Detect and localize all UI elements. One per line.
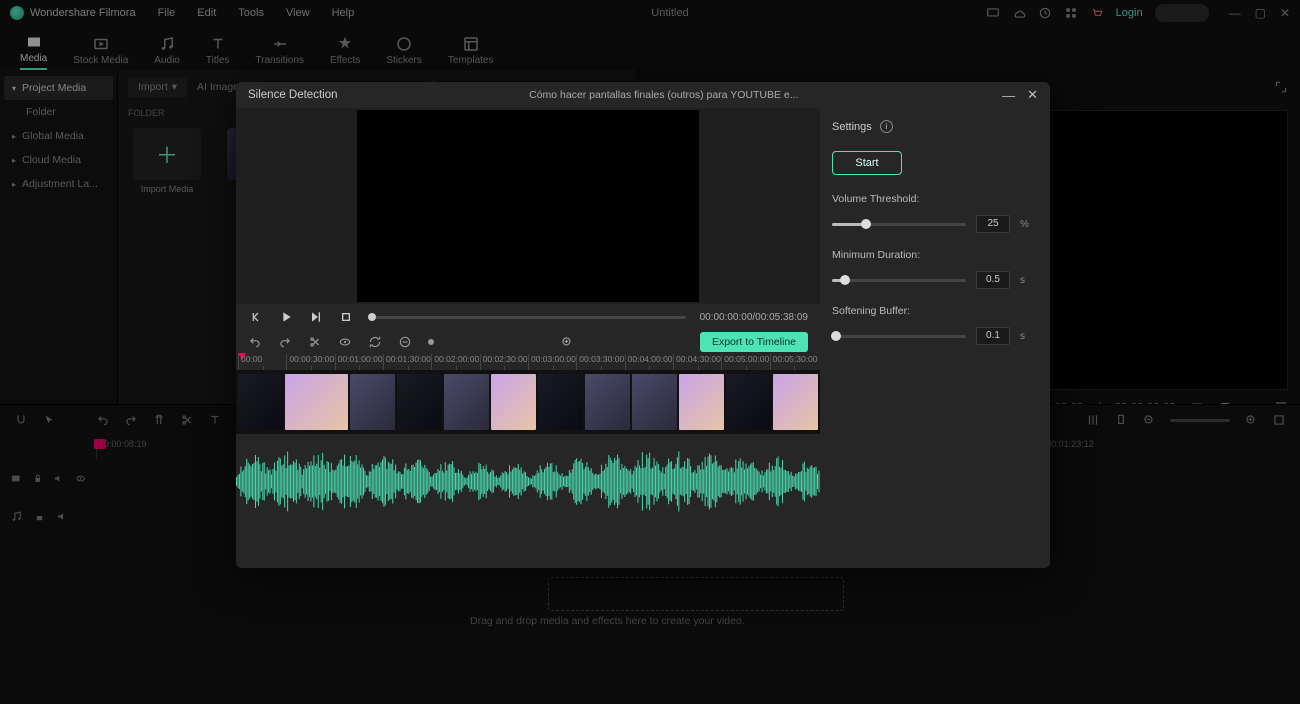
play-next-icon[interactable] xyxy=(308,309,324,325)
volume-threshold-unit: % xyxy=(1020,219,1032,230)
clip-thumb xyxy=(773,374,818,430)
eye-icon[interactable] xyxy=(338,335,352,349)
ruler-tick: 00:00 xyxy=(238,354,286,370)
silence-detection-modal: Silence Detection Cómo hacer pantallas f… xyxy=(236,82,1050,568)
minimum-duration-unit: s xyxy=(1020,275,1032,286)
refresh-icon[interactable] xyxy=(368,335,382,349)
cut-icon[interactable] xyxy=(308,335,322,349)
modal-preview-video[interactable] xyxy=(357,110,699,302)
volume-threshold-slider[interactable] xyxy=(832,223,966,226)
settings-heading: Settings xyxy=(832,121,872,133)
ruler-tick: 00:02:00:00 xyxy=(431,354,479,370)
dot-icon xyxy=(428,339,434,345)
modal-filename: Cómo hacer pantallas finales (outros) pa… xyxy=(338,89,991,101)
clip-thumb xyxy=(679,374,724,430)
ruler-tick: 00:01:00:00 xyxy=(335,354,383,370)
clip-thumb xyxy=(585,374,630,430)
ruler-tick: 00:02:30:00 xyxy=(480,354,528,370)
step-back-icon[interactable] xyxy=(248,309,264,325)
modal-preview xyxy=(236,108,820,304)
minimum-duration-label: Minimum Duration: xyxy=(832,249,1032,261)
minimum-duration-value[interactable]: 0.5 xyxy=(976,271,1010,289)
ruler-tick: 00:04:00:00 xyxy=(625,354,673,370)
ruler-tick: 00:03:30:00 xyxy=(576,354,624,370)
clip-thumb xyxy=(444,374,489,430)
clip-thumb xyxy=(632,374,677,430)
ruler-tick: 00:03:00:00 xyxy=(528,354,576,370)
volume-threshold-value[interactable]: 25 xyxy=(976,215,1010,233)
info-icon[interactable]: i xyxy=(880,120,893,133)
start-button[interactable]: Start xyxy=(832,151,902,175)
softening-buffer-value[interactable]: 0.1 xyxy=(976,327,1010,345)
modal-preview-tc: 00:00:00:00/00:05:38:09 xyxy=(700,312,808,323)
softening-buffer-label: Softening Buffer: xyxy=(832,305,1032,317)
modal-scrub[interactable] xyxy=(368,316,686,319)
ruler-tick: 00:00:30:00 xyxy=(286,354,334,370)
undo-icon[interactable] xyxy=(248,335,262,349)
play-icon[interactable] xyxy=(278,309,294,325)
softening-buffer-unit: s xyxy=(1020,331,1032,342)
redo-icon[interactable] xyxy=(278,335,292,349)
clip-thumb xyxy=(285,374,348,430)
softening-buffer-slider[interactable] xyxy=(832,335,966,338)
modal-ruler[interactable]: 00:00 00:00:30:00 00:01:00:00 00:01:30:0… xyxy=(236,354,820,370)
modal-waveform[interactable] xyxy=(236,434,820,568)
zoom-in-icon[interactable] xyxy=(560,335,574,349)
clip-thumb xyxy=(350,374,395,430)
modal-settings-panel: Settings i Start Volume Threshold: 25 % … xyxy=(820,108,1050,568)
volume-threshold-label: Volume Threshold: xyxy=(832,193,1032,205)
modal-thumbnail-track[interactable] xyxy=(236,370,820,434)
modal-close[interactable]: ✕ xyxy=(1027,87,1038,103)
stop-icon[interactable] xyxy=(338,309,354,325)
ruler-tick: 00:05:30:00 xyxy=(770,354,818,370)
minimum-duration-slider[interactable] xyxy=(832,279,966,282)
export-timeline-button[interactable]: Export to Timeline xyxy=(700,332,808,352)
clip-thumb xyxy=(238,374,283,430)
modal-title: Silence Detection xyxy=(248,89,338,101)
ruler-tick: 00:01:30:00 xyxy=(383,354,431,370)
modal-minimize[interactable]: ― xyxy=(1002,88,1015,103)
clip-thumb xyxy=(538,374,583,430)
ruler-tick: 00:05:00:00 xyxy=(721,354,769,370)
clip-thumb xyxy=(397,374,442,430)
clip-thumb xyxy=(491,374,536,430)
ruler-tick: 00:04:30:00 xyxy=(673,354,721,370)
clip-thumb xyxy=(726,374,771,430)
minus-icon[interactable] xyxy=(398,335,412,349)
